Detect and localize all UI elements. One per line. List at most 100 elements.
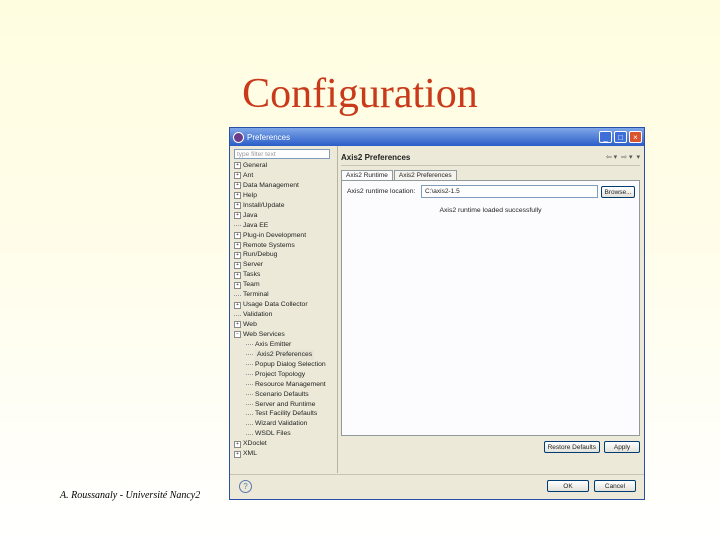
tree-item-label: Project Topology bbox=[255, 370, 306, 378]
expand-icon[interactable]: + bbox=[234, 281, 241, 289]
tree-connector bbox=[246, 364, 253, 366]
title-bar[interactable]: Preferences _ □ × bbox=[230, 128, 644, 146]
close-button[interactable]: × bbox=[629, 131, 642, 143]
expand-icon[interactable]: + bbox=[234, 321, 241, 329]
tree-item-label: Scenario Defaults bbox=[255, 390, 309, 398]
tree-item[interactable]: + Run/Debug bbox=[234, 250, 334, 260]
expand-icon[interactable]: + bbox=[234, 241, 241, 249]
restore-defaults-button[interactable]: Restore Defaults bbox=[543, 441, 600, 453]
tree-item[interactable]: Server and Runtime bbox=[234, 400, 334, 410]
tree-item[interactable]: Test Facility Defaults bbox=[234, 409, 334, 419]
tree-connector bbox=[246, 374, 253, 376]
tree-item[interactable]: Wizard Validation bbox=[234, 419, 334, 429]
forward-button[interactable]: ⇨ ▾ bbox=[621, 153, 632, 161]
tree-item[interactable]: Popup Dialog Selection bbox=[234, 360, 334, 370]
tree-item-label: Team bbox=[243, 281, 260, 289]
tree-connector bbox=[246, 354, 253, 356]
tree-item[interactable]: + Install/Update bbox=[234, 201, 334, 211]
expand-icon[interactable]: + bbox=[234, 202, 241, 210]
tree-item[interactable]: + Team bbox=[234, 280, 334, 290]
tree-item-label: Terminal bbox=[243, 291, 269, 299]
ok-button[interactable]: OK bbox=[547, 480, 589, 492]
tree-item[interactable]: WSDL Files bbox=[234, 429, 334, 439]
runtime-location-field[interactable]: C:\axis2-1.5 bbox=[421, 185, 598, 198]
tree-item[interactable]: − Web Services bbox=[234, 330, 334, 340]
tree-item-label: Axis2 Preferences bbox=[255, 349, 315, 360]
tree-item[interactable]: Axis Emitter bbox=[234, 340, 334, 350]
expand-icon[interactable]: + bbox=[234, 162, 241, 170]
tree-item[interactable]: + Web bbox=[234, 320, 334, 330]
tree-item[interactable]: Resource Management bbox=[234, 380, 334, 390]
expand-icon[interactable]: + bbox=[234, 450, 241, 458]
collapse-icon[interactable]: − bbox=[234, 331, 241, 339]
view-menu-button[interactable]: ▾ bbox=[636, 153, 640, 161]
cancel-button[interactable]: Cancel bbox=[594, 480, 636, 492]
tree-item-label: Install/Update bbox=[243, 201, 285, 209]
tree-item[interactable]: Axis2 Preferences bbox=[234, 349, 334, 360]
tab-axis2-runtime[interactable]: Axis2 Runtime bbox=[341, 170, 393, 180]
tree-item[interactable]: + Remote Systems bbox=[234, 241, 334, 251]
tree-item-label: Web Services bbox=[243, 330, 285, 338]
expand-icon[interactable]: + bbox=[234, 172, 241, 180]
tree-connector bbox=[246, 423, 253, 425]
tree-item[interactable]: + Ant bbox=[234, 171, 334, 181]
slide-footer: A. Roussanaly - Université Nancy2 bbox=[60, 490, 201, 501]
browse-button[interactable]: Browse... bbox=[601, 185, 635, 198]
tree-item[interactable]: + Data Management bbox=[234, 181, 334, 191]
tree-item[interactable]: Scenario Defaults bbox=[234, 390, 334, 400]
tree-connector bbox=[234, 294, 241, 296]
back-button[interactable]: ⇦ ▾ bbox=[606, 153, 617, 161]
tree-item[interactable]: + Usage Data Collector bbox=[234, 300, 334, 310]
tree-item-label: Usage Data Collector bbox=[243, 301, 308, 309]
expand-icon[interactable]: + bbox=[234, 271, 241, 279]
tree-item-label: Test Facility Defaults bbox=[255, 410, 318, 418]
eclipse-icon bbox=[233, 131, 244, 143]
expand-icon[interactable]: + bbox=[234, 212, 241, 220]
tree-item-label: Remote Systems bbox=[243, 241, 295, 249]
tree-item[interactable]: Validation bbox=[234, 310, 334, 320]
tree-item-label: XDoclet bbox=[243, 440, 267, 448]
expand-icon[interactable]: + bbox=[234, 182, 241, 190]
tree-connector bbox=[246, 344, 253, 346]
tree-item-label: General bbox=[243, 162, 268, 169]
tree-item[interactable]: Java EE bbox=[234, 221, 334, 231]
tree-item-label: Tasks bbox=[243, 271, 261, 279]
help-icon[interactable]: ? bbox=[239, 480, 252, 493]
tab-axis2-preferences[interactable]: Axis2 Preferences bbox=[393, 170, 457, 180]
preferences-window: Preferences _ □ × type filter text + Gene… bbox=[229, 127, 645, 500]
tab-panel: Axis2 runtime location: C:\axis2-1.5 Bro… bbox=[341, 180, 640, 436]
expand-icon[interactable]: + bbox=[234, 251, 241, 259]
expand-icon[interactable]: + bbox=[234, 261, 241, 269]
runtime-location-label: Axis2 runtime location: bbox=[347, 188, 416, 195]
tree-item-label: Validation bbox=[243, 311, 273, 319]
tree-item[interactable]: + Server bbox=[234, 260, 334, 270]
expand-icon[interactable]: + bbox=[234, 232, 241, 240]
maximize-button[interactable]: □ bbox=[614, 131, 627, 143]
tree-item[interactable]: + Plug-in Development bbox=[234, 231, 334, 241]
tree-item[interactable]: Project Topology bbox=[234, 370, 334, 380]
window-title: Preferences bbox=[247, 132, 291, 142]
tree-item-label: XML bbox=[243, 450, 257, 458]
tree-item-label: Plug-in Development bbox=[243, 231, 307, 239]
apply-button[interactable]: Apply bbox=[604, 441, 640, 453]
preferences-tree: + General + Ant + Data Management + Help + Instal… bbox=[234, 161, 334, 459]
tree-item[interactable]: + XDoclet bbox=[234, 439, 334, 449]
tree-item-label: Resource Management bbox=[255, 380, 326, 388]
tree-item[interactable]: + XML bbox=[234, 449, 334, 459]
slide-title: Configuration bbox=[242, 71, 478, 117]
minimize-button[interactable]: _ bbox=[599, 131, 612, 143]
tree-item-label: Ant bbox=[243, 171, 254, 179]
preference-page: Axis2 Preferences ⇦ ▾ ⇨ ▾ ▾ Axis2 Runtim… bbox=[341, 149, 640, 473]
tree-item[interactable]: + General bbox=[234, 161, 334, 171]
filter-input[interactable]: type filter text bbox=[234, 149, 330, 159]
pane-divider[interactable] bbox=[337, 146, 338, 473]
tree-item[interactable]: + Java bbox=[234, 211, 334, 221]
tree-item-label: Web bbox=[243, 321, 257, 328]
tree-item[interactable]: + Tasks bbox=[234, 270, 334, 280]
expand-icon[interactable]: + bbox=[234, 301, 241, 309]
tree-item[interactable]: Terminal bbox=[234, 290, 334, 300]
expand-icon[interactable]: + bbox=[234, 440, 241, 448]
expand-icon[interactable]: + bbox=[234, 192, 241, 200]
tree-item[interactable]: + Help bbox=[234, 191, 334, 201]
tree-item-label: WSDL Files bbox=[255, 430, 291, 438]
